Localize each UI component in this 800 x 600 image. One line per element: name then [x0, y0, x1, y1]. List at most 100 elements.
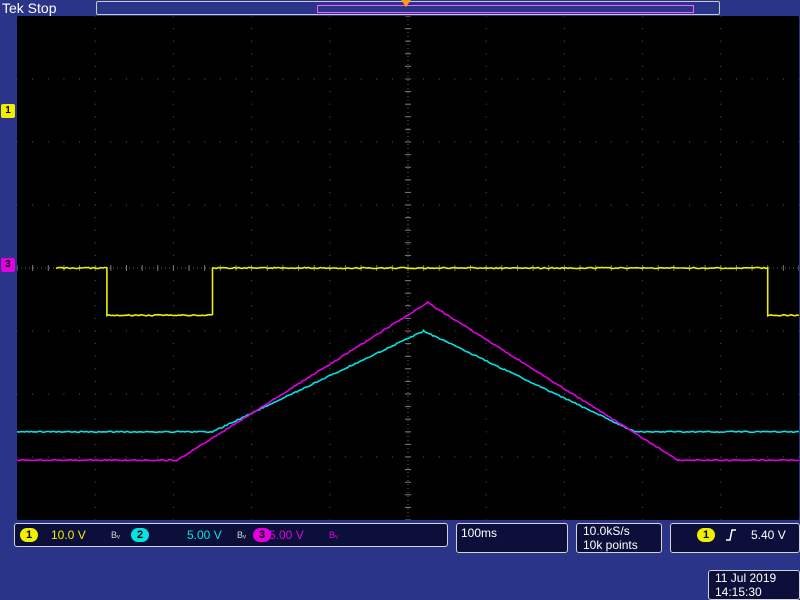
grid-dot — [564, 28, 565, 29]
grid-dot — [611, 142, 612, 143]
grid-dot — [204, 142, 205, 143]
grid-dot — [251, 66, 252, 67]
channel-scale-readout[interactable]: 1 10.0 V Bᵥ 2 5.00 V Bᵥ 3 5.00 V Bᵥ — [14, 523, 448, 547]
ch1-ground-marker[interactable]: 1 — [1, 104, 15, 118]
grid-dot — [173, 242, 174, 243]
grid-dot — [345, 79, 346, 80]
grid-dot — [486, 104, 487, 105]
grid-dot — [548, 331, 549, 332]
grid-dot — [173, 457, 174, 458]
grid-dot — [173, 230, 174, 231]
grid-dot — [110, 79, 111, 80]
grid-dot — [110, 205, 111, 206]
grid-dot — [173, 91, 174, 92]
time-text: 14:15:30 — [715, 585, 762, 599]
grid-dot — [720, 305, 721, 306]
grid-dot — [329, 419, 330, 420]
waveform-display[interactable] — [17, 16, 799, 520]
grid-dot — [95, 482, 96, 483]
grid-dot — [173, 205, 174, 206]
grid-dot — [173, 381, 174, 382]
grid-dot — [720, 293, 721, 294]
grid-dot — [189, 142, 190, 143]
grid-dot — [126, 457, 127, 458]
grid-dot — [752, 457, 753, 458]
grid-dot — [454, 394, 455, 395]
grid-dot — [329, 431, 330, 432]
grid-dot — [439, 142, 440, 143]
ch1-badge[interactable]: 1 — [20, 528, 38, 542]
grid-dot — [533, 331, 534, 332]
grid-dot — [470, 79, 471, 80]
grid-dot — [251, 28, 252, 29]
grid-dot — [486, 167, 487, 168]
top-status-bar: Tek Stop — [0, 0, 800, 16]
timebase-readout[interactable]: 100ms — [456, 523, 568, 553]
grid-dot — [626, 394, 627, 395]
grid-dot — [720, 41, 721, 42]
grid-dot — [720, 205, 721, 206]
grid-dot — [298, 142, 299, 143]
grid-dot — [501, 79, 502, 80]
grid-dot — [720, 494, 721, 495]
grid-dot — [439, 394, 440, 395]
acquisition-readout[interactable]: 10.0kS/s 10k points — [576, 523, 662, 553]
grid-dot — [329, 457, 330, 458]
grid-dot — [235, 331, 236, 332]
grid-dot — [580, 142, 581, 143]
grid-dot — [251, 104, 252, 105]
grid-dot — [95, 331, 96, 332]
grid-dot — [95, 343, 96, 344]
grid-dot — [95, 16, 96, 17]
grid-dot — [705, 331, 706, 332]
grid-dot — [611, 79, 612, 80]
grid-dot — [752, 205, 753, 206]
trigger-position-icon[interactable] — [401, 0, 411, 7]
grid-dot — [157, 394, 158, 395]
ch2-badge[interactable]: 2 — [131, 528, 149, 542]
grid-dot — [486, 280, 487, 281]
grid-dot — [95, 318, 96, 319]
grid-dot — [486, 431, 487, 432]
grid-dot — [720, 444, 721, 445]
grid-dot — [17, 79, 18, 80]
grid-dot — [95, 154, 96, 155]
grid-dot — [486, 494, 487, 495]
grid-dot — [736, 394, 737, 395]
grid-dot — [689, 394, 690, 395]
grid-dot — [486, 507, 487, 508]
ch3-ground-marker[interactable]: 3 — [1, 258, 15, 272]
trigger-readout[interactable]: 1 5.40 V — [670, 523, 800, 553]
grid-dot — [251, 331, 252, 332]
grid-dot — [329, 343, 330, 344]
grid-dot — [736, 142, 737, 143]
grid-dot — [95, 293, 96, 294]
grid-dot — [173, 469, 174, 470]
ch1-bandwidth-icon: Bᵥ — [111, 530, 120, 540]
grid-dot — [564, 482, 565, 483]
grid-dot — [251, 318, 252, 319]
grid-dot — [564, 66, 565, 67]
grid-dot — [95, 457, 96, 458]
grid-dot — [486, 343, 487, 344]
grid-dot — [189, 457, 190, 458]
grid-dot — [564, 217, 565, 218]
trigger-source-badge: 1 — [697, 528, 715, 542]
grid-dot — [423, 205, 424, 206]
grid-dot — [564, 79, 565, 80]
grid-dot — [251, 457, 252, 458]
grid-dot — [720, 419, 721, 420]
grid-dot — [251, 381, 252, 382]
grid-dot — [642, 192, 643, 193]
record-view-window[interactable] — [317, 5, 694, 13]
grid-dot — [329, 154, 330, 155]
grid-dot — [533, 457, 534, 458]
grid-dot — [329, 280, 330, 281]
grid-dot — [486, 28, 487, 29]
grid-dot — [95, 179, 96, 180]
grid-dot — [95, 469, 96, 470]
grid-dot — [329, 494, 330, 495]
grid-dot — [298, 79, 299, 80]
grid-dot — [110, 331, 111, 332]
grid-dot — [251, 41, 252, 42]
